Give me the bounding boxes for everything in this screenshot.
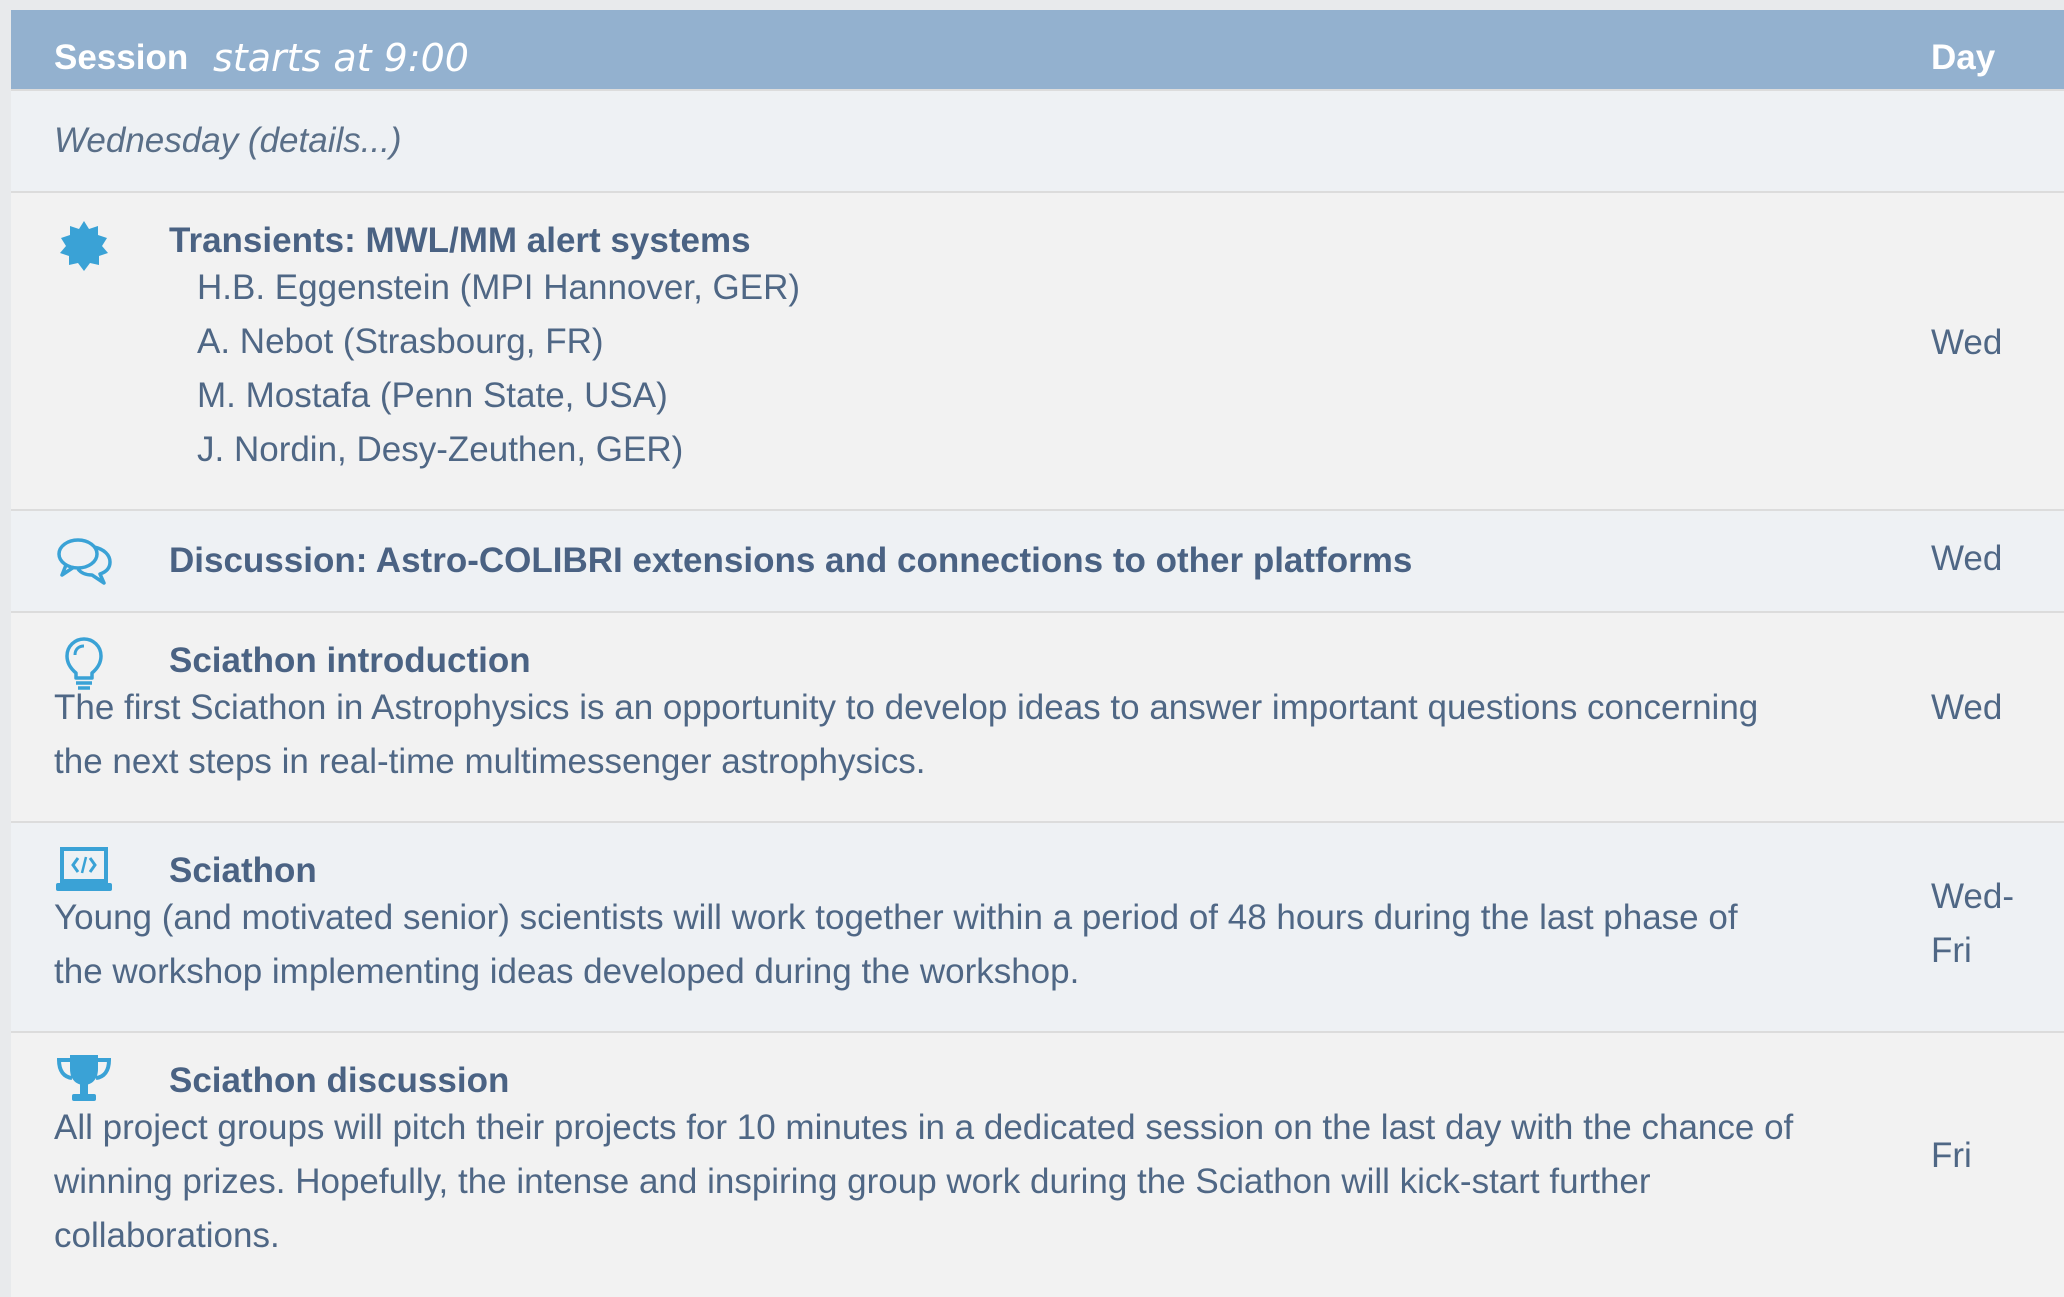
description-line: All project groups will pitch their proj…	[54, 1108, 1794, 1147]
schedule-table: Session starts at 9:00 Day Wednesday (de…	[11, 10, 2064, 1297]
description-line: The first Sciathon in Astrophysics is an…	[54, 688, 1759, 727]
speaker: J. Nordin, Desy-Zeuthen, GER)	[197, 430, 684, 469]
session-row: Sciathon introduction The first Sciathon…	[11, 611, 2064, 823]
day-line: Wed-	[1931, 877, 2014, 916]
session-row: Sciathon Young (and motivated senior) sc…	[11, 821, 2064, 1033]
session-day: Fri	[1931, 1136, 1972, 1175]
chat-bubbles-icon	[54, 533, 114, 593]
session-day: Wed	[1931, 688, 2003, 727]
speaker: M. Mostafa (Penn State, USA)	[197, 376, 668, 415]
session-day: Wed- Fri	[1931, 870, 2014, 978]
speaker: H.B. Eggenstein (MPI Hannover, GER)	[197, 268, 801, 307]
session-day: Wed	[1931, 539, 2003, 578]
day-row[interactable]: Wednesday (details...)	[11, 89, 2064, 193]
session-row: Transients: MWL/MM alert systems H.B. Eg…	[11, 191, 2064, 511]
header-session: Session	[54, 38, 189, 77]
speaker-list: H.B. Eggenstein (MPI Hannover, GER) A. N…	[197, 261, 800, 477]
session-row: Sciathon discussion All project groups w…	[11, 1031, 2064, 1297]
session-title: Discussion: Astro-COLIBRI extensions and…	[169, 541, 1413, 580]
session-description: Young (and motivated senior) scientists …	[54, 891, 1854, 999]
day-details-link[interactable]: Wednesday (details...)	[54, 121, 402, 161]
speaker: A. Nebot (Strasbourg, FR)	[197, 322, 604, 361]
description-line: collaborations.	[54, 1216, 280, 1255]
header-day: Day	[1931, 38, 1996, 77]
session-title: Sciathon discussion	[169, 1061, 510, 1100]
badge-icon	[54, 217, 114, 277]
day-line: Fri	[1931, 931, 1972, 970]
session-description: The first Sciathon in Astrophysics is an…	[54, 681, 1854, 789]
description-line: Young (and motivated senior) scientists …	[54, 898, 1738, 937]
description-line: winning prizes. Hopefully, the intense a…	[54, 1162, 1651, 1201]
session-day: Wed	[1931, 323, 2003, 362]
description-line: the next steps in real-time multimesseng…	[54, 742, 926, 781]
session-description: All project groups will pitch their proj…	[54, 1101, 1854, 1263]
header-start-time: starts at 9:00	[213, 36, 469, 80]
table-header: Session starts at 9:00 Day	[11, 10, 2064, 89]
session-row: Discussion: Astro-COLIBRI extensions and…	[11, 509, 2064, 613]
session-title: Sciathon introduction	[169, 641, 531, 680]
session-title: Transients: MWL/MM alert systems	[169, 221, 751, 260]
description-line: the workshop implementing ideas develope…	[54, 952, 1080, 991]
session-title: Sciathon	[169, 851, 317, 890]
